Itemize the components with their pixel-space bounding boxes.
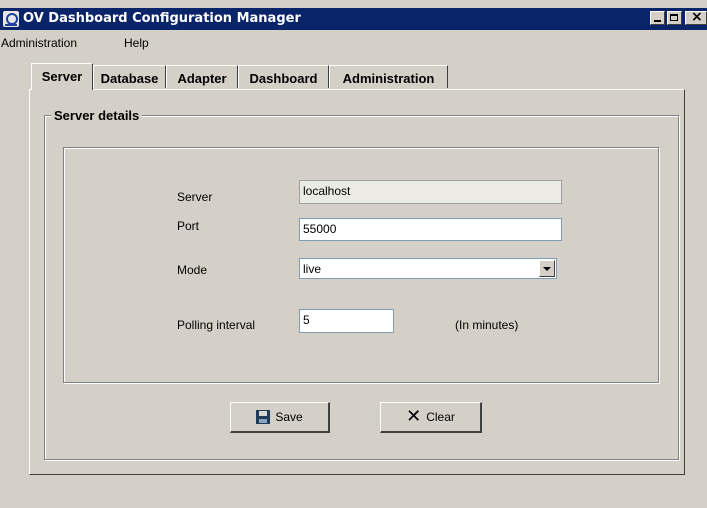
chevron-down-icon[interactable]	[539, 260, 555, 277]
app-icon	[3, 11, 19, 27]
tab-dashboard[interactable]: Dashboard	[238, 65, 329, 88]
port-value: 55000	[303, 222, 337, 236]
window-title: OV Dashboard Configuration Manager	[23, 11, 301, 26]
app-window: OV Dashboard Configuration Manager × Adm…	[0, 0, 707, 508]
floppy-disk-icon	[256, 410, 271, 424]
title-bar[interactable]: OV Dashboard Configuration Manager ×	[0, 8, 707, 30]
menu-administration[interactable]: Administration	[1, 36, 77, 50]
server-details-title: Server details	[51, 108, 143, 123]
tab-database[interactable]: Database	[93, 65, 166, 88]
server-value: localhost	[303, 184, 351, 198]
maximize-button[interactable]	[667, 11, 682, 25]
minimize-button[interactable]	[650, 11, 665, 25]
server-label: Server	[177, 190, 213, 204]
polling-interval-value: 5	[303, 313, 310, 327]
tab-server[interactable]: Server	[31, 63, 93, 90]
polling-interval-label: Polling interval	[177, 318, 256, 332]
tab-adapter[interactable]: Adapter	[166, 65, 238, 88]
port-field[interactable]: 55000	[299, 218, 562, 241]
close-button[interactable]: ×	[685, 9, 707, 25]
tab-administration[interactable]: Administration	[329, 65, 448, 88]
save-button-label: Save	[275, 410, 303, 424]
clear-button-label: Clear	[426, 410, 455, 424]
close-icon: ×	[691, 9, 703, 25]
clear-button[interactable]: ✕ Clear	[380, 402, 482, 433]
server-field[interactable]: localhost	[299, 180, 562, 204]
mode-value: live	[303, 262, 322, 276]
port-label: Port	[177, 219, 200, 233]
polling-unit-label: (In minutes)	[455, 318, 519, 332]
save-button[interactable]: Save	[230, 402, 330, 433]
mode-label: Mode	[177, 263, 208, 277]
menu-bar: Administration Help	[0, 31, 707, 53]
menu-help[interactable]: Help	[124, 36, 149, 50]
polling-interval-field[interactable]: 5	[299, 309, 394, 333]
mode-select[interactable]: live	[299, 258, 557, 279]
x-icon: ✕	[406, 406, 422, 427]
